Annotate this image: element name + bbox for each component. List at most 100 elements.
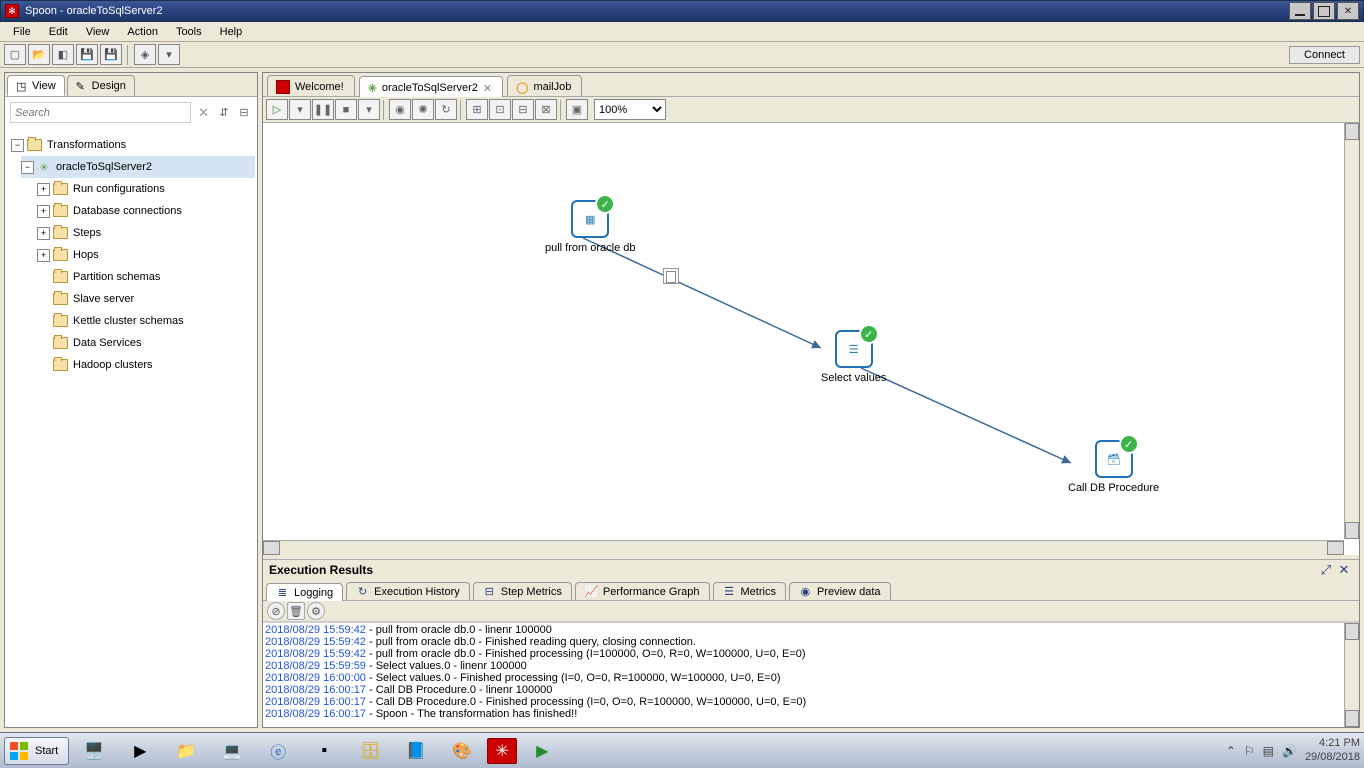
tree-node-data-services[interactable]: Data Services	[37, 332, 255, 354]
explore-repo-button[interactable]: ◧	[52, 44, 74, 65]
taskbar-server-manager-icon[interactable]: 🖥️	[73, 736, 115, 766]
open-file-button[interactable]: 📂	[28, 44, 50, 65]
tree-node-hadoop[interactable]: Hadoop clusters	[37, 354, 255, 376]
menu-help[interactable]: Help	[211, 23, 252, 41]
toggle-icon[interactable]: +	[37, 205, 50, 218]
toggle-icon[interactable]: +	[37, 227, 50, 240]
tree-node-cluster[interactable]: Kettle cluster schemas	[37, 310, 255, 332]
tree-node-slave[interactable]: Slave server	[37, 288, 255, 310]
hop-copy-icon[interactable]	[663, 268, 679, 284]
maximize-results-button[interactable]: ⤢	[1317, 562, 1335, 578]
taskbar-paint-icon[interactable]: 🎨	[441, 736, 483, 766]
impact-button[interactable]: ⊡	[489, 99, 511, 120]
minimize-button[interactable]	[1289, 2, 1311, 20]
toggle-icon[interactable]: +	[37, 183, 50, 196]
pause-button[interactable]: ❚❚	[312, 99, 334, 120]
tree-transformation[interactable]: − ✳ oracleToSqlServer2	[21, 156, 255, 178]
results-tab-metrics[interactable]: ☰ Metrics	[713, 582, 786, 600]
taskbar-sql-icon[interactable]: 🗄	[349, 736, 391, 766]
log-vertical-scrollbar[interactable]	[1344, 623, 1359, 727]
replay-button[interactable]: ↻	[435, 99, 457, 120]
new-file-button[interactable]: ▢	[4, 44, 26, 65]
step-call-db-procedure[interactable]: 🗃 Call DB Procedure	[1068, 440, 1159, 494]
menu-file[interactable]: File	[4, 23, 40, 41]
perspective-dropdown[interactable]: ▾	[158, 44, 180, 65]
step-pull-from-oracle[interactable]: ▦ pull from oracle db	[545, 200, 636, 254]
taskbar-launcher-icon[interactable]: ▶	[521, 736, 563, 766]
results-tab-performance[interactable]: 📈 Performance Graph	[575, 582, 710, 600]
explore-db-button[interactable]: ⊠	[535, 99, 557, 120]
save-button[interactable]: 💾	[76, 44, 98, 65]
tray-flag-icon[interactable]: ⚐	[1244, 744, 1255, 758]
taskbar-cmd-icon[interactable]: ▪	[303, 736, 345, 766]
expand-all-icon[interactable]: ⇵	[216, 105, 232, 121]
perspective-button[interactable]: ◈	[134, 44, 156, 65]
stop-button[interactable]: ■	[335, 99, 357, 120]
welcome-icon	[276, 80, 290, 94]
toggle-icon[interactable]: +	[37, 249, 50, 262]
tree-node-partition[interactable]: Partition schemas	[37, 266, 255, 288]
show-results-button[interactable]: ▣	[566, 99, 588, 120]
preview-button[interactable]: ◉	[389, 99, 411, 120]
clear-log-button[interactable]: ⊘	[267, 602, 285, 620]
sidebar-tab-view[interactable]: ◳ View	[7, 75, 65, 96]
debug-button[interactable]: ✺	[412, 99, 434, 120]
taskbar-notepad-icon[interactable]: 📘	[395, 736, 437, 766]
results-tab-history[interactable]: ↻ Execution History	[346, 582, 470, 600]
tab-close-button[interactable]: ✕	[483, 82, 492, 95]
log-output[interactable]: 2018/08/29 15:59:42 - pull from oracle d…	[263, 622, 1359, 727]
canvas-horizontal-scrollbar[interactable]	[263, 540, 1344, 555]
sidebar-tab-design[interactable]: ✎ Design	[67, 75, 135, 96]
start-button[interactable]: Start	[4, 737, 69, 765]
tree-node-hops[interactable]: + Hops	[37, 244, 255, 266]
log-delete-button[interactable]: 🗑	[287, 602, 305, 620]
tree-root[interactable]: − Transformations	[7, 134, 255, 156]
run-options-button[interactable]: ▾	[289, 99, 311, 120]
connect-button[interactable]: Connect	[1289, 46, 1360, 64]
clear-search-button[interactable]: ✕	[195, 105, 212, 121]
run-button[interactable]: ▷	[266, 99, 288, 120]
transformation-icon: ✳	[37, 160, 51, 174]
tree-node-run-config[interactable]: + Run configurations	[37, 178, 255, 200]
tab-transformation[interactable]: ✳ oracleToSqlServer2 ✕	[359, 76, 503, 97]
pencil-icon: ✎	[76, 80, 88, 92]
menu-view[interactable]: View	[77, 23, 119, 41]
menu-action[interactable]: Action	[118, 23, 167, 41]
save-as-button[interactable]: 💾	[100, 44, 122, 65]
tree-node-steps[interactable]: + Steps	[37, 222, 255, 244]
log-timestamp: 2018/08/29 15:59:42	[265, 636, 366, 648]
results-tab-preview[interactable]: ◉ Preview data	[789, 582, 891, 600]
taskbar-remote-desktop-icon[interactable]: 💻	[211, 736, 253, 766]
tray-volume-icon[interactable]: 🔊	[1282, 744, 1297, 758]
verify-button[interactable]: ⊞	[466, 99, 488, 120]
tray-clock[interactable]: 4:21 PM 29/08/2018	[1305, 737, 1360, 763]
log-settings-button[interactable]: ⚙	[307, 602, 325, 620]
taskbar-spoon-icon[interactable]: ✳	[487, 738, 517, 764]
menu-tools[interactable]: Tools	[167, 23, 211, 41]
canvas-vertical-scrollbar[interactable]	[1344, 123, 1359, 539]
close-button[interactable]	[1337, 2, 1359, 20]
results-tab-logging[interactable]: ≣ Logging	[266, 583, 343, 601]
maximize-button[interactable]	[1313, 2, 1335, 20]
results-tab-step-metrics[interactable]: ⊟ Step Metrics	[473, 582, 572, 600]
stop-options-button[interactable]: ▾	[358, 99, 380, 120]
tray-expand-icon[interactable]: ⌃	[1226, 744, 1236, 758]
canvas[interactable]: ▦ pull from oracle db ☰ Select values 🗃 …	[263, 123, 1359, 555]
menu-edit[interactable]: Edit	[40, 23, 77, 41]
tab-job[interactable]: ◯ mailJob	[507, 75, 582, 96]
toggle-icon[interactable]: −	[21, 161, 34, 174]
tab-welcome[interactable]: Welcome!	[267, 75, 355, 96]
sql-button[interactable]: ⊟	[512, 99, 534, 120]
toggle-icon[interactable]: −	[11, 139, 24, 152]
taskbar-ie-icon[interactable]: ⓔ	[257, 736, 299, 766]
tray-network-icon[interactable]: ▤	[1263, 744, 1274, 758]
collapse-all-icon[interactable]: ⊟	[236, 105, 252, 121]
step-select-values[interactable]: ☰ Select values	[821, 330, 886, 384]
close-results-button[interactable]: ✕	[1335, 562, 1353, 578]
search-input[interactable]	[10, 102, 191, 123]
taskbar-powershell-icon[interactable]: ▶	[119, 736, 161, 766]
taskbar-explorer-icon[interactable]: 📁	[165, 736, 207, 766]
zoom-select[interactable]: 100%	[594, 99, 666, 120]
job-icon: ◯	[516, 81, 528, 94]
tree-node-db-conn[interactable]: + Database connections	[37, 200, 255, 222]
